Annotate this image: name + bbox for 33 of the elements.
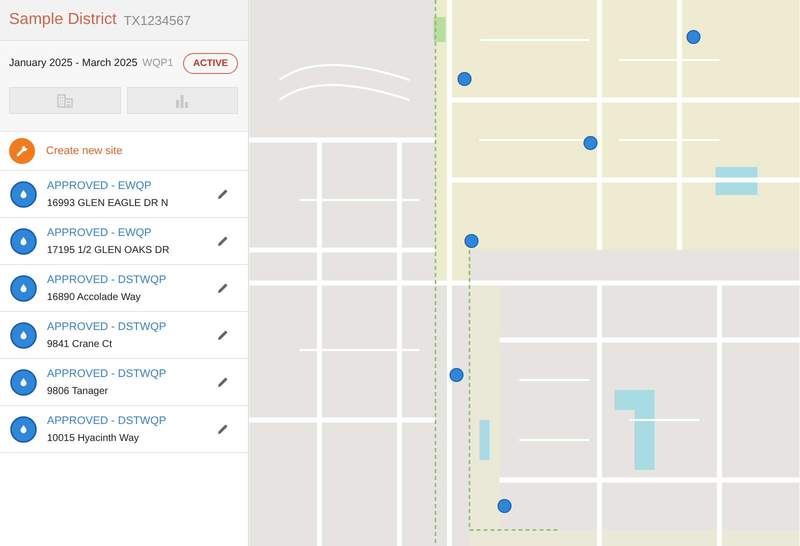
site-status-link[interactable]: APPROVED - DSTWQP bbox=[47, 414, 166, 426]
site-address: 9806 Tanager bbox=[47, 386, 108, 396]
site-status-link[interactable]: APPROVED - DSTWQP bbox=[47, 274, 166, 286]
pencil-icon bbox=[217, 188, 229, 200]
site-address: 16993 GLEN EAGLE DR N bbox=[47, 198, 168, 208]
program-code: WQP1 bbox=[142, 57, 174, 69]
period-range: January 2025 - March 2025 bbox=[9, 57, 138, 69]
site-status-link[interactable]: APPROVED - DSTWQP bbox=[47, 368, 166, 380]
water-drop-icon bbox=[10, 180, 37, 208]
site-address: 10015 Hyacinth Way bbox=[47, 432, 139, 444]
building-icon bbox=[56, 94, 73, 108]
site-status-link[interactable]: APPROVED - EWQP bbox=[47, 226, 152, 238]
water-drop-icon bbox=[10, 416, 37, 442]
pencil-icon bbox=[217, 282, 229, 294]
site-status-link[interactable]: APPROVED - EWQP bbox=[47, 180, 152, 192]
wrench-icon bbox=[9, 138, 35, 164]
water-drop-icon bbox=[10, 274, 37, 302]
water-drop-icon bbox=[10, 228, 37, 254]
district-code: TX1234567 bbox=[124, 12, 191, 28]
bar-chart-icon bbox=[176, 94, 188, 108]
pencil-icon bbox=[217, 423, 229, 435]
site-status-link[interactable]: APPROVED - DSTWQP bbox=[47, 320, 166, 332]
pencil-icon bbox=[217, 329, 229, 341]
site-address: 17195 1/2 GLEN OAKS DR bbox=[47, 244, 170, 256]
district-title: Sample District bbox=[9, 11, 117, 29]
pencil-icon bbox=[217, 376, 229, 388]
water-drop-icon bbox=[10, 368, 37, 396]
status-badge: ACTIVE bbox=[183, 52, 238, 74]
site-address: 9841 Crane Ct bbox=[47, 338, 112, 350]
pencil-icon bbox=[217, 235, 229, 247]
site-address: 16890 Accolade Way bbox=[47, 292, 141, 302]
water-drop-icon bbox=[10, 322, 37, 348]
create-site-item[interactable]: Create new site bbox=[0, 132, 248, 171]
